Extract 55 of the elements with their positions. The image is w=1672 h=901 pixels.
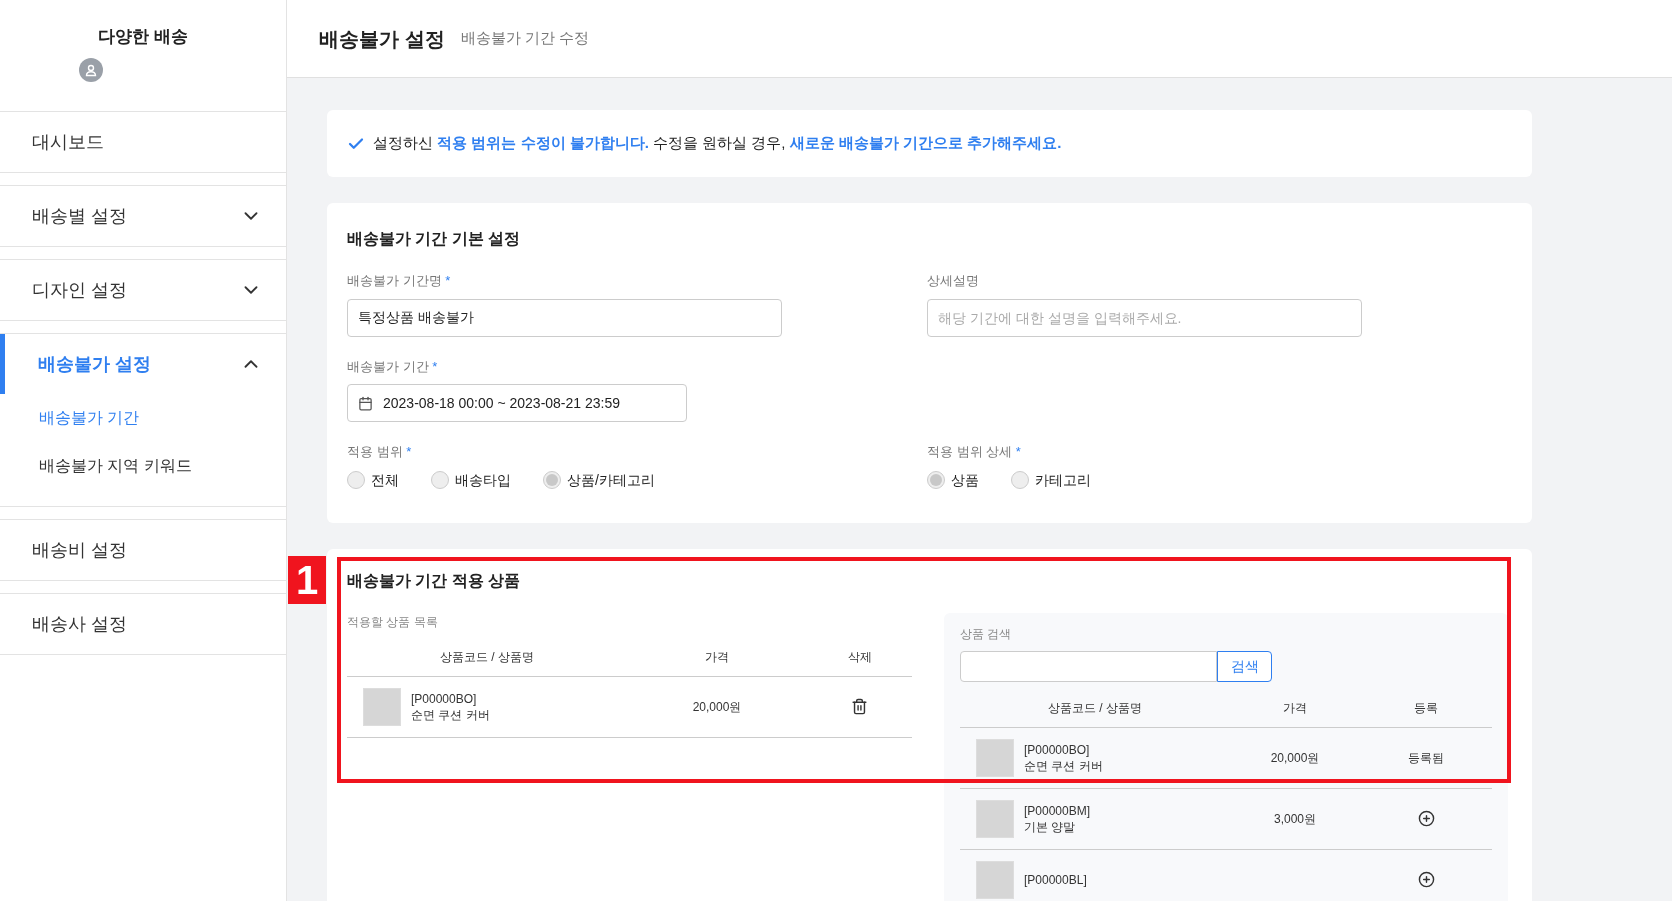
add-icon[interactable]	[1417, 871, 1435, 888]
sidebar-item[interactable]: 배송사 설정	[0, 594, 286, 654]
add-icon[interactable]	[1417, 810, 1435, 827]
column-header: 가격	[704, 649, 730, 666]
radio-option[interactable]: 카테고리	[1011, 469, 1091, 491]
status-text: 등록됨	[1408, 749, 1444, 767]
field-label: 적용 범위 *	[347, 443, 413, 461]
column-header: 등록	[1413, 700, 1439, 717]
user-avatar-icon[interactable]	[79, 57, 103, 82]
radio-option[interactable]: 배송타입	[431, 469, 511, 491]
price-cell-text: 20,000원	[691, 698, 743, 716]
sidebar-item[interactable]: 디자인 설정	[0, 260, 286, 320]
column-header: 상품코드 / 상품명	[1047, 700, 1143, 717]
sidebar-item[interactable]: 배송별 설정	[0, 186, 286, 246]
description-input-field[interactable]: 해당 기간에 대한 설명을 입력해주세요.	[927, 298, 1362, 337]
photo-placeholder	[363, 687, 401, 726]
column-header: 가격	[1282, 700, 1308, 717]
search-label: 상품 검색	[960, 625, 1013, 643]
search-input-field[interactable]	[960, 650, 1217, 682]
sidebar-item[interactable]: 대시보드	[0, 112, 286, 172]
search-button[interactable]: 검색	[1217, 650, 1272, 682]
section-title: 배송불가 기간 기본 설정	[347, 229, 522, 249]
calendar-icon	[358, 395, 373, 411]
section-title: 배송불가 기간 적용 상품	[347, 570, 522, 591]
page-title: 배송불가 설정	[319, 26, 445, 52]
radio-option[interactable]: 상품	[927, 469, 979, 491]
callout-badge: 1	[288, 555, 326, 604]
delete-icon[interactable]	[851, 698, 868, 715]
product-name: [P00000BM] 기본 양말	[1024, 802, 1091, 835]
product-name: [P00000BL]	[1024, 871, 1087, 888]
name-input-field[interactable]: 특정상품 배송불가	[347, 298, 782, 337]
notice-text: 설정하신 적용 범위는 수정이 불가합니다. 수정을 원하실 경우, 새로운 배송불가 기간으로 추가해주세요.	[373, 133, 1062, 154]
column-header: 상품코드 / 상품명	[439, 649, 535, 666]
sidebar-item[interactable]: 배송비 설정	[0, 520, 286, 580]
product-name: [P00000BO] 순면 쿠션 커버	[411, 690, 490, 723]
radio-option[interactable]: 상품/카테고리	[543, 469, 655, 491]
photo-placeholder	[976, 738, 1014, 777]
list-label: 적용할 상품 목록	[347, 613, 439, 631]
sidebar-subitem[interactable]: 배송불가 기간	[0, 394, 286, 442]
field-label: 배송불가 기간명 *	[347, 272, 452, 290]
field-label: 배송불가 기간 *	[347, 357, 439, 376]
radio-option[interactable]: 전체	[347, 469, 399, 491]
product-name: [P00000BO] 순면 쿠션 커버	[1024, 741, 1103, 774]
column-header: 삭제	[846, 649, 873, 666]
sidebar-subitem[interactable]: 배송불가 지역 키워드	[0, 442, 286, 490]
field-label: 상세설명	[927, 272, 980, 290]
price-cell-text: 20,000원	[1269, 749, 1321, 767]
date-range-field[interactable]: 2023-08-18 00:00 ~ 2023-08-21 23:59	[347, 384, 687, 422]
field-label: 적용 범위 상세 *	[927, 443, 1022, 461]
photo-placeholder	[976, 860, 1014, 899]
brand-name: 다양한 배송	[98, 26, 188, 48]
photo-placeholder	[976, 799, 1014, 838]
page-subtitle: 배송불가 기간 수정	[460, 28, 589, 49]
price-cell-text: 3,000원	[1273, 810, 1317, 828]
sidebar-item[interactable]: 배송불가 설정	[0, 334, 286, 394]
